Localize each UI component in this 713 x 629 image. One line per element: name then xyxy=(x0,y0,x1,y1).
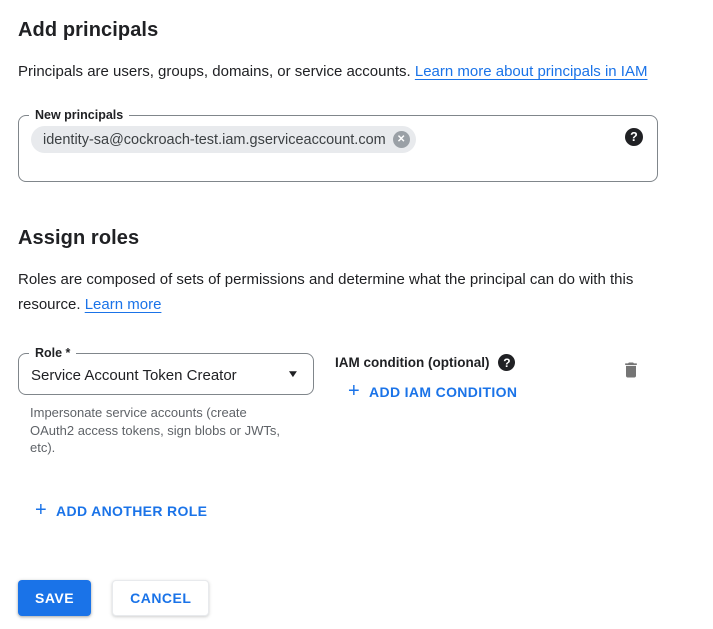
new-principals-label: New principals xyxy=(29,107,129,124)
principal-chip: identity-sa@cockroach-test.iam.gservicea… xyxy=(31,126,416,153)
new-principals-help-icon[interactable]: ? xyxy=(625,128,643,146)
role-row: Role * Service Account Token Creator ▼ I… xyxy=(18,353,658,457)
plus-icon: + xyxy=(35,500,47,520)
cancel-button[interactable]: CANCEL xyxy=(112,580,209,616)
new-principals-field[interactable]: New principals identity-sa@cockroach-tes… xyxy=(18,115,658,182)
role-column: Role * Service Account Token Creator ▼ I… xyxy=(18,353,314,457)
delete-role-column xyxy=(621,353,658,384)
dialog-actions: SAVE CANCEL xyxy=(18,580,658,616)
role-helper-text: Impersonate service accounts (create OAu… xyxy=(30,404,288,457)
chip-remove-icon[interactable]: ✕ xyxy=(393,131,410,148)
role-label: Role * xyxy=(29,345,76,362)
add-iam-condition-label: ADD IAM CONDITION xyxy=(369,384,517,400)
iam-condition-help-icon[interactable]: ? xyxy=(498,354,515,371)
chevron-down-icon: ▼ xyxy=(286,369,299,380)
principals-description-text: Principals are users, groups, domains, o… xyxy=(18,63,411,80)
add-another-role-label: ADD ANOTHER ROLE xyxy=(56,503,207,519)
role-select[interactable]: Role * Service Account Token Creator ▼ xyxy=(18,353,314,395)
iam-condition-label-row: IAM condition (optional) ? xyxy=(335,353,621,371)
page-title: Add principals xyxy=(18,17,658,43)
learn-more-roles-link[interactable]: Learn more xyxy=(85,296,162,313)
role-selected-value: Service Account Token Creator xyxy=(31,365,237,384)
learn-more-principals-link[interactable]: Learn more about principals in IAM xyxy=(415,63,648,80)
delete-icon xyxy=(621,368,641,383)
assign-roles-description: Roles are composed of sets of permission… xyxy=(18,267,658,317)
principals-description: Principals are users, groups, domains, o… xyxy=(18,59,658,84)
add-iam-condition-button[interactable]: + ADD IAM CONDITION xyxy=(348,383,517,401)
iam-condition-column: IAM condition (optional) ? + ADD IAM CON… xyxy=(335,353,621,401)
add-principals-panel: Add principals Principals are users, gro… xyxy=(0,0,713,616)
plus-icon: + xyxy=(348,381,360,401)
add-another-role-button[interactable]: + ADD ANOTHER ROLE xyxy=(35,502,207,520)
delete-role-button[interactable] xyxy=(621,360,641,383)
assign-roles-title: Assign roles xyxy=(18,225,658,251)
iam-condition-label: IAM condition (optional) xyxy=(335,355,489,370)
save-button[interactable]: SAVE xyxy=(18,580,91,616)
principal-chip-text: identity-sa@cockroach-test.iam.gservicea… xyxy=(43,132,386,148)
